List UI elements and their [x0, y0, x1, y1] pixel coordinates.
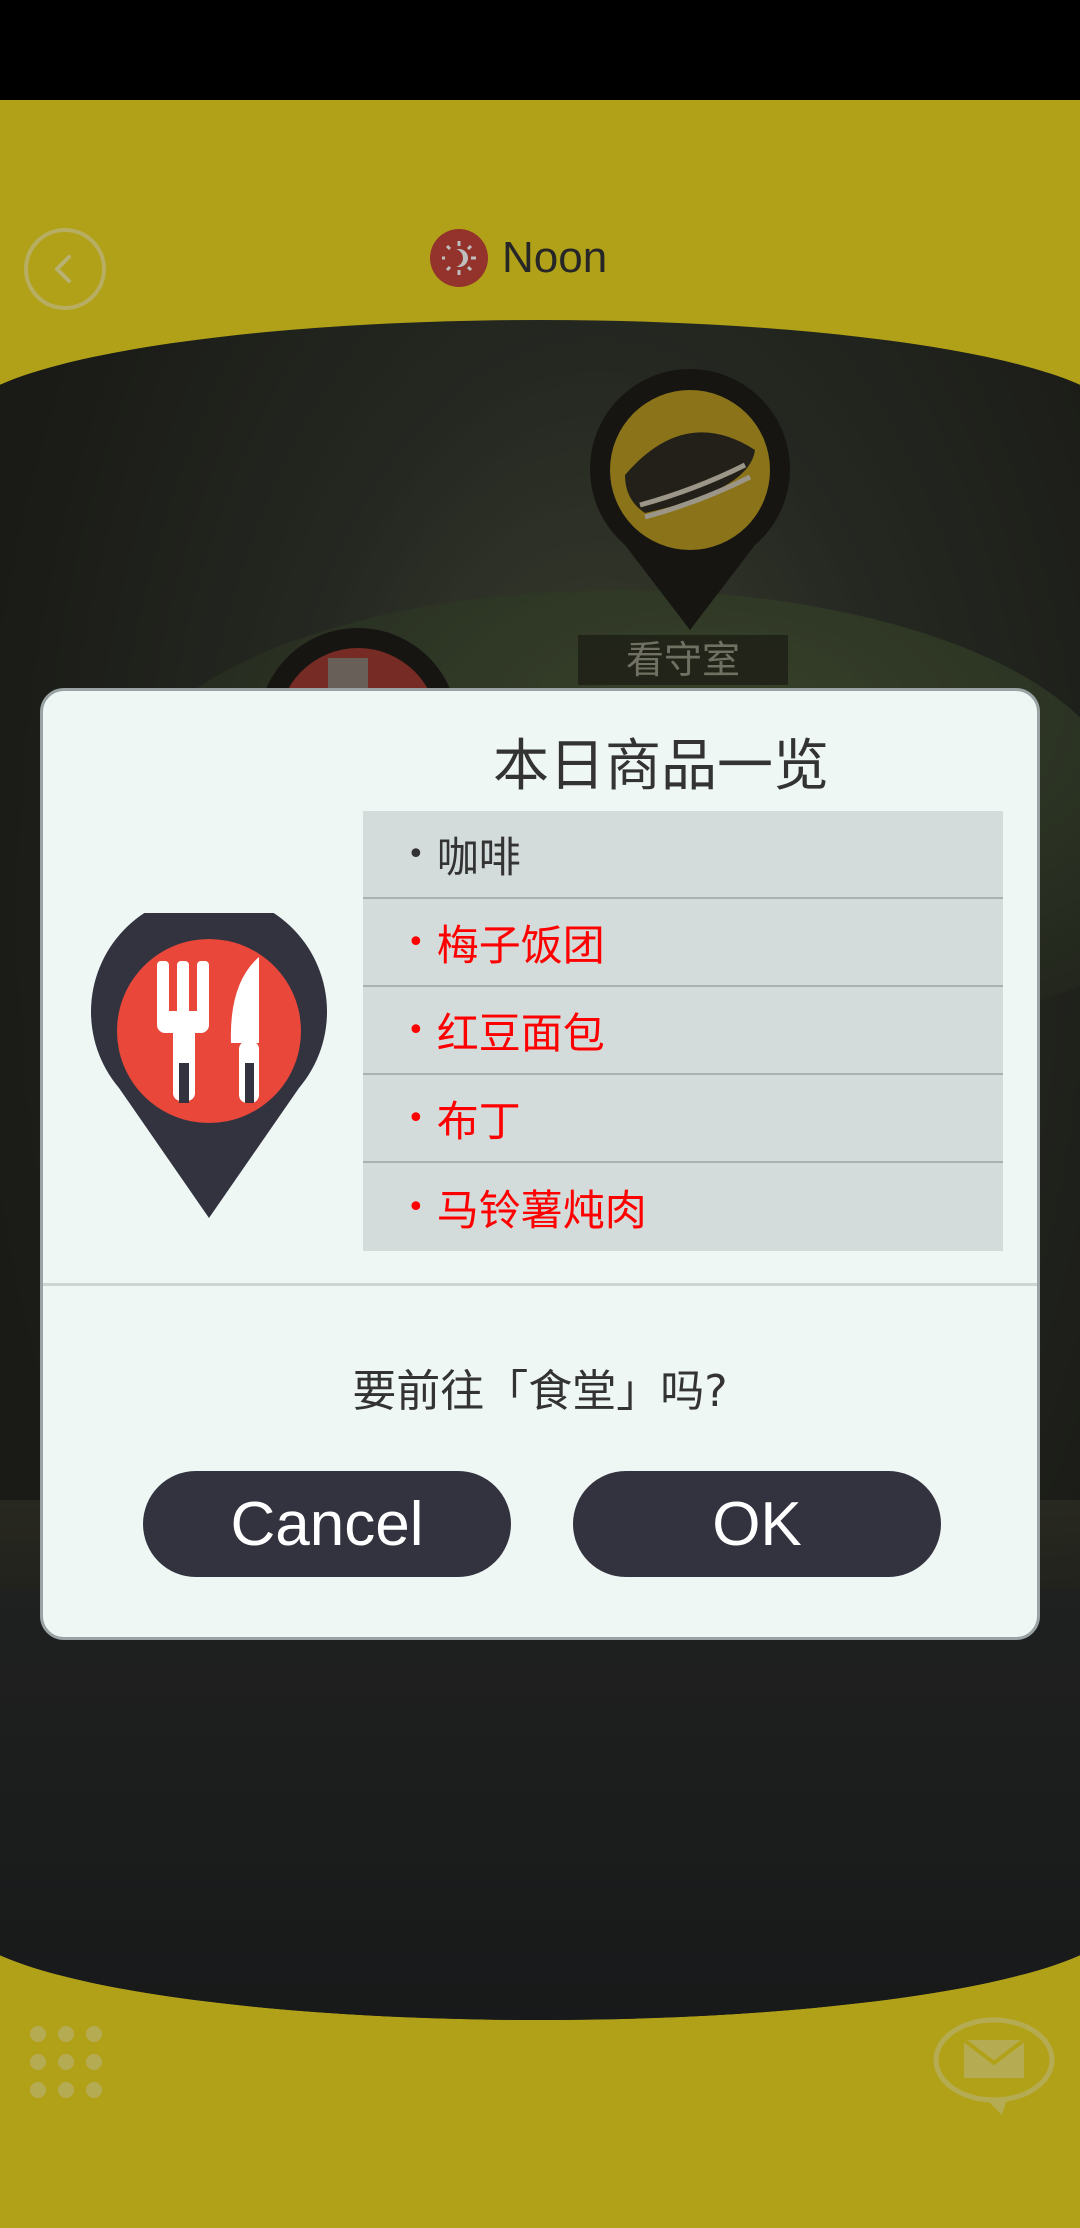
bullet: • [407, 1012, 425, 1048]
dialog-title: 本日商品一览 [493, 734, 829, 799]
ok-button[interactable]: OK [573, 1471, 941, 1577]
dialog-divider [43, 1283, 1037, 1286]
confirm-question: 要前往「食堂」吗? [352, 1366, 728, 1417]
list-item: • 红豆面包 [363, 987, 1003, 1075]
list-item: • 咖啡 [363, 811, 1003, 899]
item-label: 马铃薯炖肉 [436, 1185, 647, 1235]
list-item: • 梅子饭团 [363, 899, 1003, 987]
bullet: • [407, 924, 425, 960]
item-label: 梅子饭团 [436, 920, 605, 970]
item-label: 红豆面包 [436, 1008, 605, 1058]
bullet: • [407, 1100, 425, 1136]
bullet: • [407, 836, 425, 872]
cancel-button[interactable]: Cancel [143, 1471, 511, 1577]
item-label: 咖啡 [436, 832, 521, 882]
confirm-dialog: 本日商品一览 • 咖啡 • 梅子饭团 • 红豆面包 • 布丁 • 马铃薯炖肉 要前往「食堂… [40, 688, 1040, 1640]
bullet: • [407, 1189, 425, 1225]
item-label: 布丁 [436, 1096, 521, 1146]
list-item: • 布丁 [363, 1075, 1003, 1163]
goods-list: • 咖啡 • 梅子饭团 • 红豆面包 • 布丁 • 马铃薯炖肉 [363, 811, 1003, 1251]
list-item: • 马铃薯炖肉 [363, 1163, 1003, 1251]
fork-knife-pin-icon [89, 893, 329, 1223]
